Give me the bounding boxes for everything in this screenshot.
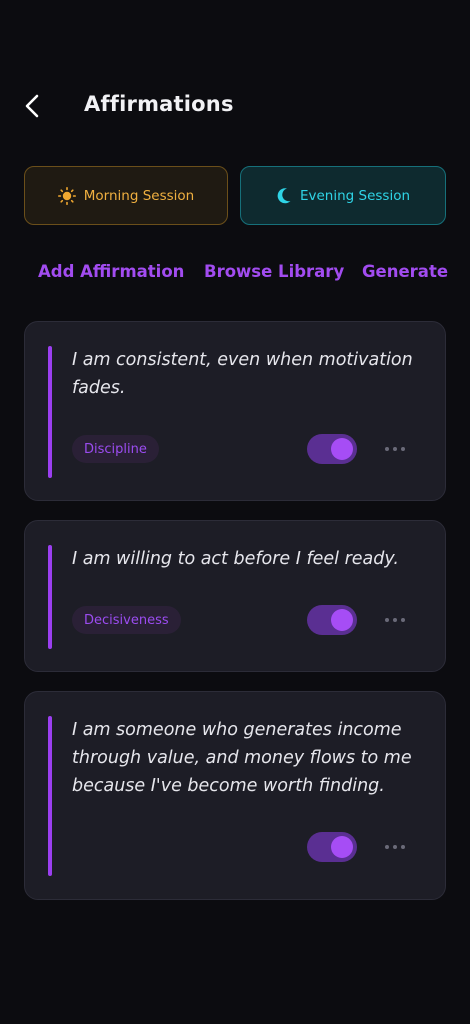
toggle-knob bbox=[331, 438, 353, 460]
affirmation-toggle[interactable] bbox=[307, 832, 357, 862]
evening-session-button[interactable]: Evening Session bbox=[240, 166, 446, 225]
affirmation-text: I am consistent, even when motivation fa… bbox=[72, 350, 413, 398]
accent-bar bbox=[48, 346, 52, 478]
accent-bar bbox=[48, 716, 52, 876]
affirmations-screen: Affirmations Morning Session Evening Ses… bbox=[0, 0, 470, 1024]
accent-bar bbox=[48, 545, 52, 649]
moon-icon bbox=[276, 187, 292, 205]
affirmation-text: I am someone who generates income throug… bbox=[72, 720, 412, 796]
browse-library-link[interactable]: Browse Library bbox=[204, 262, 344, 281]
action-links: Add Affirmation Browse Library Generate bbox=[0, 262, 470, 288]
header: Affirmations bbox=[0, 88, 470, 124]
more-options-icon[interactable] bbox=[385, 444, 405, 454]
category-tag: Decisiveness bbox=[72, 606, 181, 634]
affirmation-toggle[interactable] bbox=[307, 605, 357, 635]
morning-session-button[interactable]: Morning Session bbox=[24, 166, 228, 225]
affirmation-card: I am willing to act before I feel ready.… bbox=[24, 520, 446, 672]
toggle-knob bbox=[331, 609, 353, 631]
back-button[interactable] bbox=[20, 90, 50, 122]
more-options-icon[interactable] bbox=[385, 842, 405, 852]
affirmation-toggle[interactable] bbox=[307, 434, 357, 464]
evening-session-label: Evening Session bbox=[299, 187, 411, 204]
chevron-left-icon bbox=[25, 94, 39, 118]
affirmation-text: I am willing to act before I feel ready. bbox=[72, 549, 399, 569]
generate-link[interactable]: Generate bbox=[362, 262, 448, 281]
more-options-icon[interactable] bbox=[385, 615, 405, 625]
toggle-knob bbox=[331, 836, 353, 858]
category-tag: Discipline bbox=[72, 435, 159, 463]
add-affirmation-link[interactable]: Add Affirmation bbox=[38, 262, 184, 281]
affirmation-card: I am consistent, even when motivation fa… bbox=[24, 321, 446, 501]
page-title: Affirmations bbox=[84, 92, 234, 116]
session-selector: Morning Session Evening Session bbox=[24, 166, 446, 227]
morning-session-label: Morning Session bbox=[83, 187, 195, 204]
affirmation-card: I am someone who generates income throug… bbox=[24, 691, 446, 900]
sun-icon bbox=[57, 186, 76, 205]
